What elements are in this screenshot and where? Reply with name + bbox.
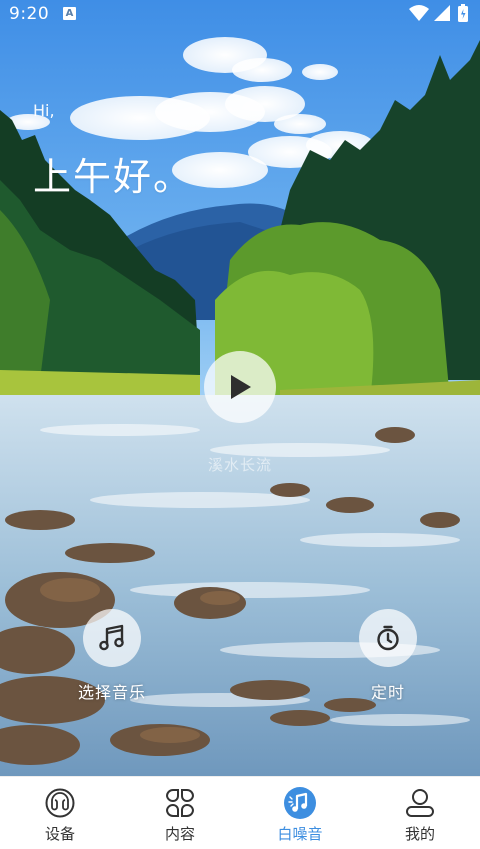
grid-icon bbox=[163, 786, 197, 820]
music-note-icon bbox=[99, 624, 124, 651]
nav-label-white-noise: 白噪音 bbox=[277, 825, 323, 843]
notification-icon: A bbox=[63, 7, 76, 20]
nav-item-device[interactable]: 设备 bbox=[0, 777, 120, 849]
profile-icon bbox=[403, 786, 437, 820]
battery-icon bbox=[458, 4, 468, 22]
white-noise-icon bbox=[283, 786, 317, 820]
signal-icon bbox=[434, 5, 450, 21]
nav-label-profile: 我的 bbox=[404, 825, 435, 843]
select-music-label: 选择音乐 bbox=[77, 683, 146, 702]
nav-item-white-noise[interactable]: 白噪音 bbox=[240, 777, 360, 849]
select-music-button[interactable]: 选择音乐 bbox=[52, 609, 172, 703]
play-icon bbox=[231, 375, 251, 399]
play-button[interactable] bbox=[204, 351, 276, 423]
bottom-nav: 设备 内容 白噪音 我的 bbox=[0, 776, 480, 849]
nav-label-device: 设备 bbox=[44, 825, 75, 843]
status-bar: 9:20 A bbox=[0, 0, 480, 28]
timer-button[interactable]: 定时 bbox=[328, 609, 448, 703]
greeting-title: 上午好。 bbox=[33, 155, 194, 199]
greeting-hi: Hi, bbox=[33, 101, 55, 120]
nav-label-content: 内容 bbox=[164, 825, 195, 843]
timer-icon bbox=[377, 625, 399, 651]
timer-icon-circle bbox=[359, 609, 417, 667]
status-icons bbox=[408, 3, 472, 25]
status-time: 9:20 bbox=[9, 4, 50, 24]
nav-item-content[interactable]: 内容 bbox=[120, 777, 240, 849]
device-icon bbox=[43, 786, 77, 820]
nav-item-profile[interactable]: 我的 bbox=[360, 777, 480, 849]
timer-label: 定时 bbox=[370, 683, 405, 702]
music-note-icon-circle bbox=[83, 609, 141, 667]
track-name: 溪水长流 bbox=[207, 456, 272, 474]
wifi-icon bbox=[409, 5, 429, 21]
